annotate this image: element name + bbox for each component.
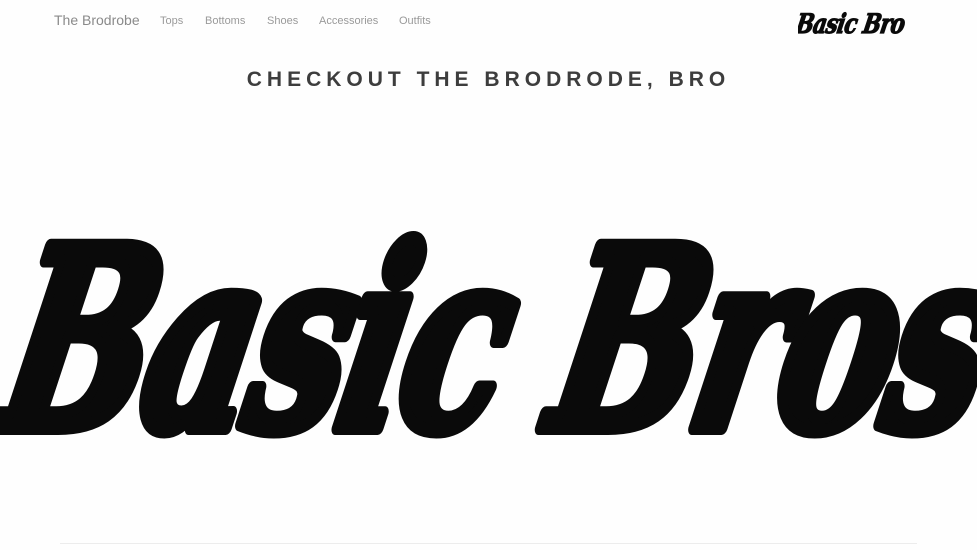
hero-logo-graphic: Basic Bros xyxy=(0,186,977,470)
nav-link-outfits[interactable]: Outfits xyxy=(399,15,431,27)
page-tagline: CHECKOUT THE BRODRODE, BRO xyxy=(246,68,731,91)
page: The Brodrobe Tops Bottoms Shoes Accessor… xyxy=(0,0,977,550)
nav-link-accessories[interactable]: Accessories xyxy=(319,15,378,27)
header-logo-text: Basic Bro xyxy=(798,8,908,40)
brand-link[interactable]: The Brodrobe xyxy=(54,12,140,28)
header-logo: Basic Bro xyxy=(798,8,908,41)
hero-logo-text: Basic Bros xyxy=(0,193,977,470)
navbar: The Brodrobe Tops Bottoms Shoes Accessor… xyxy=(0,0,977,46)
hero-logo: Basic Bros xyxy=(0,170,977,470)
bottom-divider xyxy=(60,543,917,544)
nav-link-tops[interactable]: Tops xyxy=(160,15,183,27)
nav-link-shoes[interactable]: Shoes xyxy=(267,15,298,27)
nav-link-bottoms[interactable]: Bottoms xyxy=(205,15,245,27)
header-logo-link[interactable]: Basic Bro xyxy=(798,3,914,43)
